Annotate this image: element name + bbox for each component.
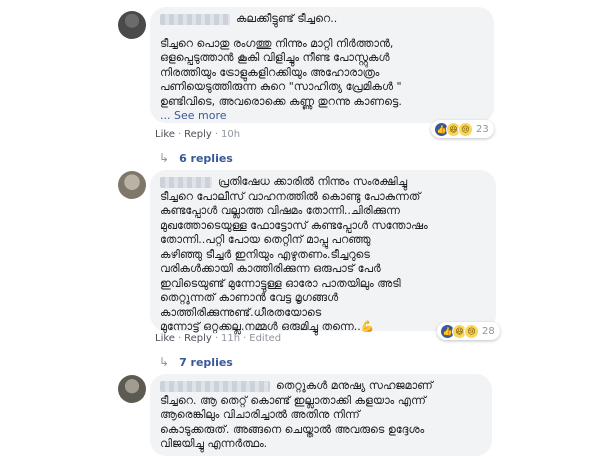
comment-text-line: ആരെങ്കിലും വിചാരിച്ചാൽ അതിനു നിന്ന്: [160, 408, 360, 421]
comment-text-line: തെറ്റുന്നത് കാണാൻ വേട്ട മൃഗങ്ങൾ: [160, 291, 339, 304]
author-name-blurred[interactable]: [160, 176, 212, 188]
comment-text-line: കലക്കീട്ടുണ്ട് ടീച്ചറെ..: [236, 12, 338, 25]
comment-actions: Like · Reply · 10h: [155, 129, 241, 140]
comment-text-line: കാത്തിരിക്കുന്നുണ്ട്.ധീരതയോടെ: [160, 305, 322, 319]
view-replies-link[interactable]: ↳ 6 replies: [159, 151, 233, 165]
comment-text-line: ഇവിടെയുണ്ട് മുന്നോട്ടുള്ള ഓരോ പാതയിലും അ…: [160, 276, 401, 290]
comment-actions: Like · Reply · 11h · Edited: [155, 333, 282, 344]
comment-text-line: തെറ്റുകൾ മനുഷ്യ സഹജമാണ്: [276, 379, 433, 392]
avatar[interactable]: [118, 375, 146, 403]
comment-bubble: കലക്കീട്ടുണ്ട് ടീച്ചറെ.. ടീച്ചറെ പൊതു രം…: [150, 7, 494, 123]
comment-text-line: പ്രതിഷേധ ക്കാരിൽ നിന്നും സംരക്ഷിച്ചു: [218, 175, 408, 188]
author-name-blurred[interactable]: [160, 380, 270, 392]
edited-label[interactable]: Edited: [249, 333, 281, 344]
flexed-biceps-icon: 💪: [360, 320, 375, 333]
like-link[interactable]: Like: [155, 333, 175, 344]
reply-link[interactable]: Reply: [184, 129, 212, 140]
sad-face-icon: 😢: [464, 323, 479, 339]
reactions-summary[interactable]: 👍 😆 😢 23: [431, 120, 494, 138]
reaction-count: 23: [476, 123, 489, 135]
comment-text-line: കണ്ടപ്പോൾ വല്ലാത്ത വിഷമം തോന്നി..ചിരിക്ക…: [160, 204, 400, 217]
avatar[interactable]: [118, 171, 146, 199]
avatar[interactable]: [118, 11, 146, 39]
comment-text-line: ടീച്ചറെ. ആ തെറ്റ് കൊണ്ട് ഇല്ലാതാക്കി കളയ…: [160, 393, 426, 407]
comment-text-line: ടീച്ചറെ പോലീസ് വാഹനത്തിൽ കൊണ്ടു പോകുന്നത…: [160, 189, 421, 203]
replies-count[interactable]: 7 replies: [179, 356, 233, 369]
comment-text-line: മുഖത്തോടെയുള്ള ഫോട്ടോസ് കണ്ടപ്പോൾ സന്തോഷ…: [160, 218, 428, 232]
like-link[interactable]: Like: [155, 129, 175, 140]
view-replies-link[interactable]: ↳ 7 replies: [159, 355, 233, 369]
comment-text-line: തോന്നി..പറ്റി പോയ തെറ്റിന് മാപ്പു പറഞ്ഞു: [160, 233, 371, 246]
comment-text-line: ഒളപ്പെടുത്താൻ കൂകി വിളിച്ചും നീണ്ട പോസ്റ…: [160, 51, 390, 64]
comment-bubble: പ്രതിഷേധ ക്കാരിൽ നിന്നും സംരക്ഷിച്ചു ടീച…: [150, 170, 496, 333]
timestamp[interactable]: 11h: [221, 333, 240, 344]
comment-text-line: പണിയെടുത്തിരുന്ന കുറെ "സാഹിത്യ പ്രേമികൾ …: [160, 80, 402, 93]
reply-arrow-icon: ↳: [159, 151, 170, 165]
comment-text-line: വരികൾക്കായി കാത്തിരിക്കുന്ന ഒരുപാട് പേർ: [160, 262, 381, 275]
timestamp[interactable]: 10h: [221, 129, 240, 140]
replies-count[interactable]: 6 replies: [179, 152, 233, 165]
comment-text-line: വിജയിച്ചു എന്നർത്ഥം.: [160, 437, 268, 450]
reactions-summary[interactable]: 👍 😆 😢 28: [437, 322, 500, 340]
reply-arrow-icon: ↳: [159, 355, 170, 369]
author-name-blurred[interactable]: [160, 13, 230, 25]
reply-link[interactable]: Reply: [184, 333, 212, 344]
sad-face-icon: 😢: [458, 121, 473, 137]
reaction-count: 28: [482, 325, 495, 337]
comment-text-line: കൊടുക്കരുത്. അങ്ങനെ ചെയ്താൽ അവരുടെ ഉദ്ദേ…: [160, 422, 425, 436]
comment-text-line: നിരത്തിയും ട്രോളുകളിറക്കിയും അഹോരാത്രം: [160, 65, 380, 79]
comment-bubble: തെറ്റുകൾ മനുഷ്യ സഹജമാണ് ടീച്ചറെ. ആ തെറ്റ…: [150, 374, 492, 456]
comment-text-line: മുന്നോട്ട് ഒറ്റക്കല്ല.നമ്മൾ ഒരുമിച്ചു തന…: [160, 320, 361, 333]
comment-text-line: കഴിഞ്ഞു ടീച്ചർ ഇനിയും എഴുതണം.ടീച്ചറുടെ: [160, 247, 370, 261]
comment-text-line: ഉണ്ടിവിടെ, അവരൊക്കെ കണ്ണു തുറന്നു കാണട്ട…: [160, 94, 402, 108]
comment-text-line: ടീച്ചറെ പൊതു രംഗത്തു നിന്നും മാറ്റി നിർത…: [160, 36, 394, 50]
